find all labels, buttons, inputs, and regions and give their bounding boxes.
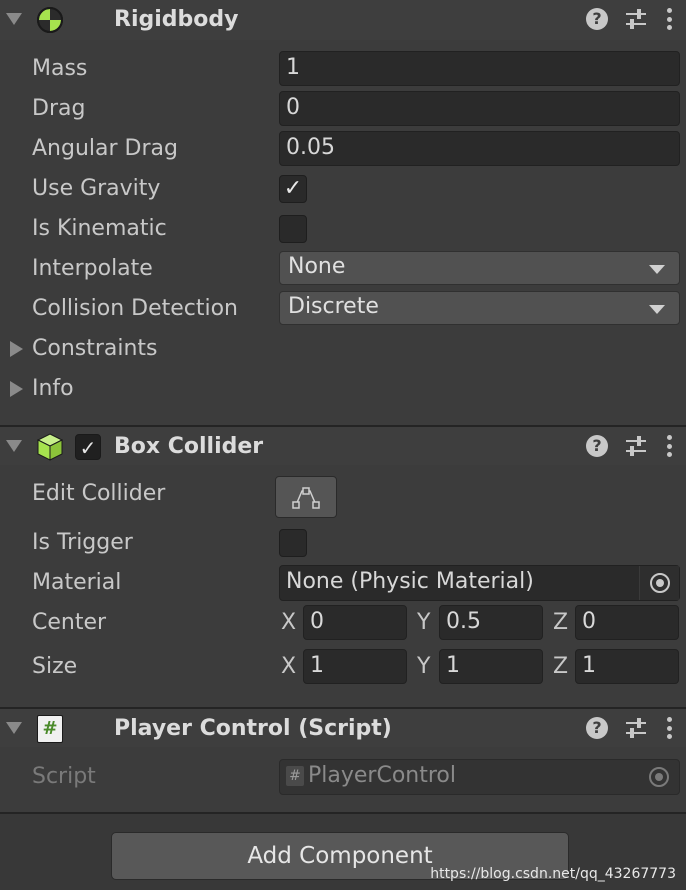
field-label: Is Trigger: [32, 530, 133, 555]
is-kinematic-row: Is Kinematic: [0, 209, 686, 249]
size-x-input[interactable]: 1: [303, 649, 407, 684]
collapse-arrow-icon[interactable]: [6, 13, 22, 25]
size-row: Size X 1 Y 1 Z 1: [0, 647, 686, 687]
field-label: Interpolate: [32, 256, 153, 281]
axis-x-label[interactable]: X: [281, 610, 296, 635]
more-vertical-icon[interactable]: [666, 8, 672, 30]
chevron-down-icon: [649, 305, 665, 314]
component-title: Rigidbody: [114, 7, 239, 32]
collision-detection-row: Collision Detection Discrete: [0, 289, 686, 329]
object-picker-icon: [639, 760, 679, 794]
field-label: Angular Drag: [32, 136, 178, 161]
center-row: Center X 0 Y 0.5 Z 0: [0, 603, 686, 643]
presets-icon[interactable]: [624, 435, 648, 457]
use-gravity-checkbox[interactable]: ✓: [279, 175, 307, 203]
interpolate-row: Interpolate None: [0, 249, 686, 289]
component-enabled-checkbox[interactable]: ✓: [75, 434, 101, 460]
field-label: Drag: [32, 96, 86, 121]
collapse-arrow-icon[interactable]: [6, 722, 22, 734]
drag-row: Drag 0: [0, 89, 686, 129]
rigidbody-icon: [36, 6, 64, 34]
axis-z-label[interactable]: Z: [553, 610, 568, 635]
object-field-value: PlayerControl: [308, 763, 456, 788]
interpolate-dropdown[interactable]: None: [279, 251, 680, 285]
material-object-field[interactable]: None (Physic Material): [279, 565, 680, 601]
collapse-arrow-icon[interactable]: [6, 440, 22, 452]
more-vertical-icon[interactable]: [666, 717, 672, 739]
chevron-right-icon: [10, 381, 23, 397]
dropdown-value: Discrete: [288, 294, 379, 319]
axis-x-label[interactable]: X: [281, 654, 296, 679]
is-trigger-checkbox[interactable]: [279, 529, 307, 557]
field-label: Center: [32, 610, 107, 635]
inspector-footer: Add Component https://blog.csdn.net/qq_4…: [0, 812, 686, 890]
script-file-icon: #: [286, 766, 304, 786]
rigidbody-header[interactable]: Rigidbody ?: [0, 0, 686, 40]
field-label: Is Kinematic: [32, 216, 167, 241]
field-label: Edit Collider: [32, 481, 166, 506]
is-kinematic-checkbox[interactable]: [279, 215, 307, 243]
field-label: Collision Detection: [32, 296, 239, 321]
info-foldout[interactable]: Info: [0, 369, 686, 409]
component-title: Box Collider: [114, 434, 264, 459]
material-row: Material None (Physic Material): [0, 563, 686, 603]
foldout-label: Info: [32, 376, 74, 401]
box-collider-header[interactable]: ✓ Box Collider ?: [0, 425, 686, 465]
object-field-value: None (Physic Material): [286, 569, 534, 594]
script-hash-icon: #: [37, 715, 63, 743]
component-title: Player Control (Script): [114, 716, 392, 741]
object-picker-icon[interactable]: [639, 566, 679, 600]
axis-z-label[interactable]: Z: [553, 654, 568, 679]
foldout-label: Constraints: [32, 336, 158, 361]
drag-input[interactable]: 0: [279, 91, 680, 126]
field-label: Size: [32, 654, 78, 679]
more-vertical-icon[interactable]: [666, 435, 672, 457]
help-icon[interactable]: ?: [586, 435, 608, 457]
field-label: Script: [32, 764, 96, 789]
chevron-down-icon: [649, 265, 665, 274]
center-x-input[interactable]: 0: [303, 605, 407, 640]
edit-collider-button[interactable]: [275, 476, 337, 518]
script-object-field: # PlayerControl: [279, 759, 680, 795]
axis-y-label[interactable]: Y: [417, 610, 430, 635]
presets-icon[interactable]: [624, 717, 648, 739]
presets-icon[interactable]: [624, 8, 648, 30]
size-y-input[interactable]: 1: [439, 649, 543, 684]
constraints-foldout[interactable]: Constraints: [0, 329, 686, 369]
watermark-text: https://blog.csdn.net/qq_43267773: [430, 866, 676, 882]
script-row: Script # PlayerControl: [0, 757, 686, 797]
angular-drag-row: Angular Drag 0.05: [0, 129, 686, 169]
axis-y-label[interactable]: Y: [417, 654, 430, 679]
help-icon[interactable]: ?: [586, 717, 608, 739]
size-z-input[interactable]: 1: [575, 649, 679, 684]
chevron-right-icon: [10, 341, 23, 357]
mass-row: Mass 1: [0, 49, 686, 89]
collision-detection-dropdown[interactable]: Discrete: [279, 291, 680, 325]
mass-input[interactable]: 1: [279, 51, 680, 86]
center-y-input[interactable]: 0.5: [439, 605, 543, 640]
edit-bounds-icon: [292, 487, 320, 509]
help-icon[interactable]: ?: [586, 8, 608, 30]
is-trigger-row: Is Trigger: [0, 523, 686, 563]
field-label: Material: [32, 570, 122, 595]
dropdown-value: None: [288, 254, 346, 279]
use-gravity-row: Use Gravity ✓: [0, 169, 686, 209]
player-control-header[interactable]: # Player Control (Script) ?: [0, 707, 686, 747]
field-label: Use Gravity: [32, 176, 161, 201]
edit-collider-row: Edit Collider: [0, 476, 686, 518]
center-z-input[interactable]: 0: [575, 605, 679, 640]
cube-icon: [35, 432, 65, 462]
angular-drag-input[interactable]: 0.05: [279, 131, 680, 166]
field-label: Mass: [32, 56, 88, 81]
